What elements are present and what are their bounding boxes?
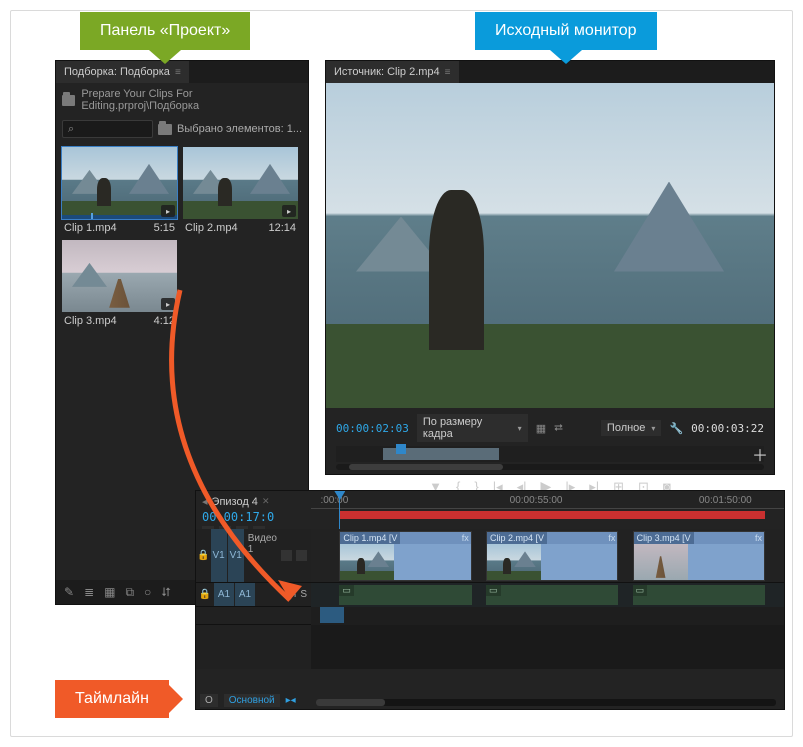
playhead[interactable] [339,491,340,529]
panel-tab-bar: Источник: Clip 2.mp4 ≡ [326,61,774,83]
timeline-clip[interactable]: Clip 1.mp4 [V fx [339,531,471,581]
clip-duration: 4:12 [154,315,175,327]
audio-track-header[interactable]: 🔒 A1 A1 M S [196,583,311,607]
panel-menu-icon[interactable]: ≡ [445,67,451,78]
clip-thumb-3[interactable]: ▸ Clip 3.mp4 4:12 [62,240,177,327]
clip-name: Clip 2.mp4 [185,222,238,234]
track-target-v1[interactable]: V1 [228,529,244,582]
zoom-label: По размеру кадра [423,416,512,440]
selection-count: Выбрано элементов: 1... [177,123,302,135]
fx-badge-icon[interactable]: fx [755,533,762,543]
timecode-duration: 00:00:03:22 [691,422,764,435]
panel-tab-bar: Подборка: Подборка ≡ [56,61,308,83]
sort-icon[interactable]: ⮃ [161,585,171,600]
solo-button[interactable]: S [300,589,307,600]
clip-name: Clip 1.mp4 [64,222,117,234]
toggle-sync-icon[interactable] [296,550,307,561]
grid-icon[interactable]: ▦ [536,422,546,435]
track-name: Видео 1 [244,529,281,582]
resolution-label: Полное [607,422,646,434]
master-track-header [196,607,311,625]
button-editor-icon[interactable]: ＋ [752,442,768,466]
sequence-name: Эпизод 4 [212,496,258,508]
video-badge-icon: ▸ [161,205,175,217]
project-tab-title: Подборка: Подборка [64,66,170,78]
source-viewport[interactable] [326,83,774,408]
settings-icon[interactable]: 🔧 [669,422,683,435]
search-input[interactable]: ⌕ [62,120,153,138]
freeform-view-icon[interactable]: ⧉ [125,585,134,600]
audio-clip[interactable]: ▭ [633,585,765,605]
footer-main-label[interactable]: Основной [224,694,280,707]
chevron-down-icon: ▾ [651,424,655,433]
audio-clip[interactable]: ▭ [486,585,618,605]
video-badge-icon: ▸ [282,205,296,217]
chevron-right-icon[interactable]: ▸◂ [286,695,296,706]
timeline-clip[interactable]: Clip 3.mp4 [V fx [633,531,765,581]
timeline-zoom-thumb[interactable] [316,699,385,706]
list-view-icon[interactable]: ≣ [84,585,94,599]
zoom-select[interactable]: По размеру кадра ▾ [417,414,528,442]
thumbnail-grid: ▸ Clip 1.mp4 5:15 ▸ Clip 2.mp4 12:14 ▸ Cli… [56,141,308,333]
work-area-bar[interactable] [339,511,765,519]
clip-duration: 12:14 [268,222,296,234]
timeline-zoom-track[interactable] [316,699,776,706]
compare-icon[interactable]: ⮂ [554,422,563,435]
clip-label: Clip 3.mp4 [V [634,532,694,544]
new-bin-icon[interactable] [157,122,173,136]
source-patch-v1[interactable]: V1 [211,529,227,582]
icon-view-icon[interactable]: ▦ [104,585,115,599]
mute-button[interactable]: M [288,589,296,600]
track-headers: 🔒 V1 V1 Видео 1 🔒 A1 A1 M S [196,529,311,669]
chevron-down-icon: ▾ [518,424,522,433]
timeline-clip[interactable]: Clip 2.mp4 [V fx [486,531,618,581]
clip-thumb-1[interactable]: ▸ Clip 1.mp4 5:15 [62,147,177,234]
video-track-header[interactable]: 🔒 V1 V1 Видео 1 [196,529,311,583]
source-monitor-tab[interactable]: Источник: Clip 2.mp4 ≡ [326,61,459,83]
callout-source-monitor: Исходный монитор [475,12,657,50]
clip-name: Clip 3.mp4 [64,315,117,327]
monitor-scrubber[interactable] [336,446,764,462]
timeline-panel: ◂ Эпизод 4 ✕ 00:00:17:0 :00:00 00:00:55:… [195,490,785,710]
lock-icon[interactable]: 🔒 [196,529,211,582]
clip-label: Clip 2.mp4 [V [487,532,547,544]
search-icon: ⌕ [68,123,74,136]
project-panel-tab[interactable]: Подборка: Подборка ≡ [56,61,189,83]
clip-label: Clip 1.mp4 [V [340,532,400,544]
panel-menu-icon[interactable]: ≡ [175,67,181,78]
breadcrumb: Prepare Your Clips For Editing.prproj\По… [81,88,302,112]
footer-button-o[interactable]: O [200,694,218,707]
bin-icon[interactable] [62,95,75,106]
callout-project-panel: Панель «Проект» [80,12,250,50]
time-ruler[interactable]: :00:00 00:00:55:00 00:01:50:00 [311,495,784,509]
source-patch-a1[interactable]: A1 [214,583,234,606]
audio-clip[interactable]: ▭ [339,585,471,605]
playhead-icon[interactable] [396,444,406,454]
fx-badge-icon[interactable]: fx [608,533,615,543]
ruler-tick: 00:01:50:00 [699,495,752,506]
source-monitor-panel: Источник: Clip 2.mp4 ≡ 00:00:02:03 По ра… [325,60,775,475]
breadcrumb-row: Prepare Your Clips For Editing.prproj\По… [56,83,308,117]
track-target-a1[interactable]: A1 [235,583,255,606]
clip-thumb-2[interactable]: ▸ Clip 2.mp4 12:14 [183,147,298,234]
timecode-current[interactable]: 00:00:02:03 [336,422,409,435]
sequence-tab[interactable]: ◂ Эпизод 4 ✕ [202,495,305,508]
clip-duration: 5:15 [154,222,175,234]
resolution-select[interactable]: Полное ▾ [601,420,662,436]
zoom-slider-icon[interactable]: ○ [144,585,151,599]
zoom-scroll-thumb[interactable] [349,464,503,470]
fx-badge-icon[interactable]: fx [462,533,469,543]
lock-icon[interactable]: 🔒 [196,583,214,606]
close-icon[interactable]: ✕ [262,496,270,507]
pencil-icon[interactable]: ✎ [64,585,74,599]
ruler-tick: :00:00 [320,495,348,506]
callout-timeline: Таймлайн [55,680,169,718]
timeline-clip-area[interactable]: Clip 1.mp4 [V fx Clip 2.mp4 [V fx Clip 3… [311,529,784,669]
ruler-tick: 00:00:55:00 [510,495,563,506]
in-out-marker[interactable] [320,607,344,623]
video-badge-icon: ▸ [161,298,175,310]
timeline-timecode[interactable]: 00:00:17:0 [202,510,305,524]
source-tab-title: Источник: Clip 2.mp4 [334,66,440,78]
toggle-output-icon[interactable] [281,550,292,561]
